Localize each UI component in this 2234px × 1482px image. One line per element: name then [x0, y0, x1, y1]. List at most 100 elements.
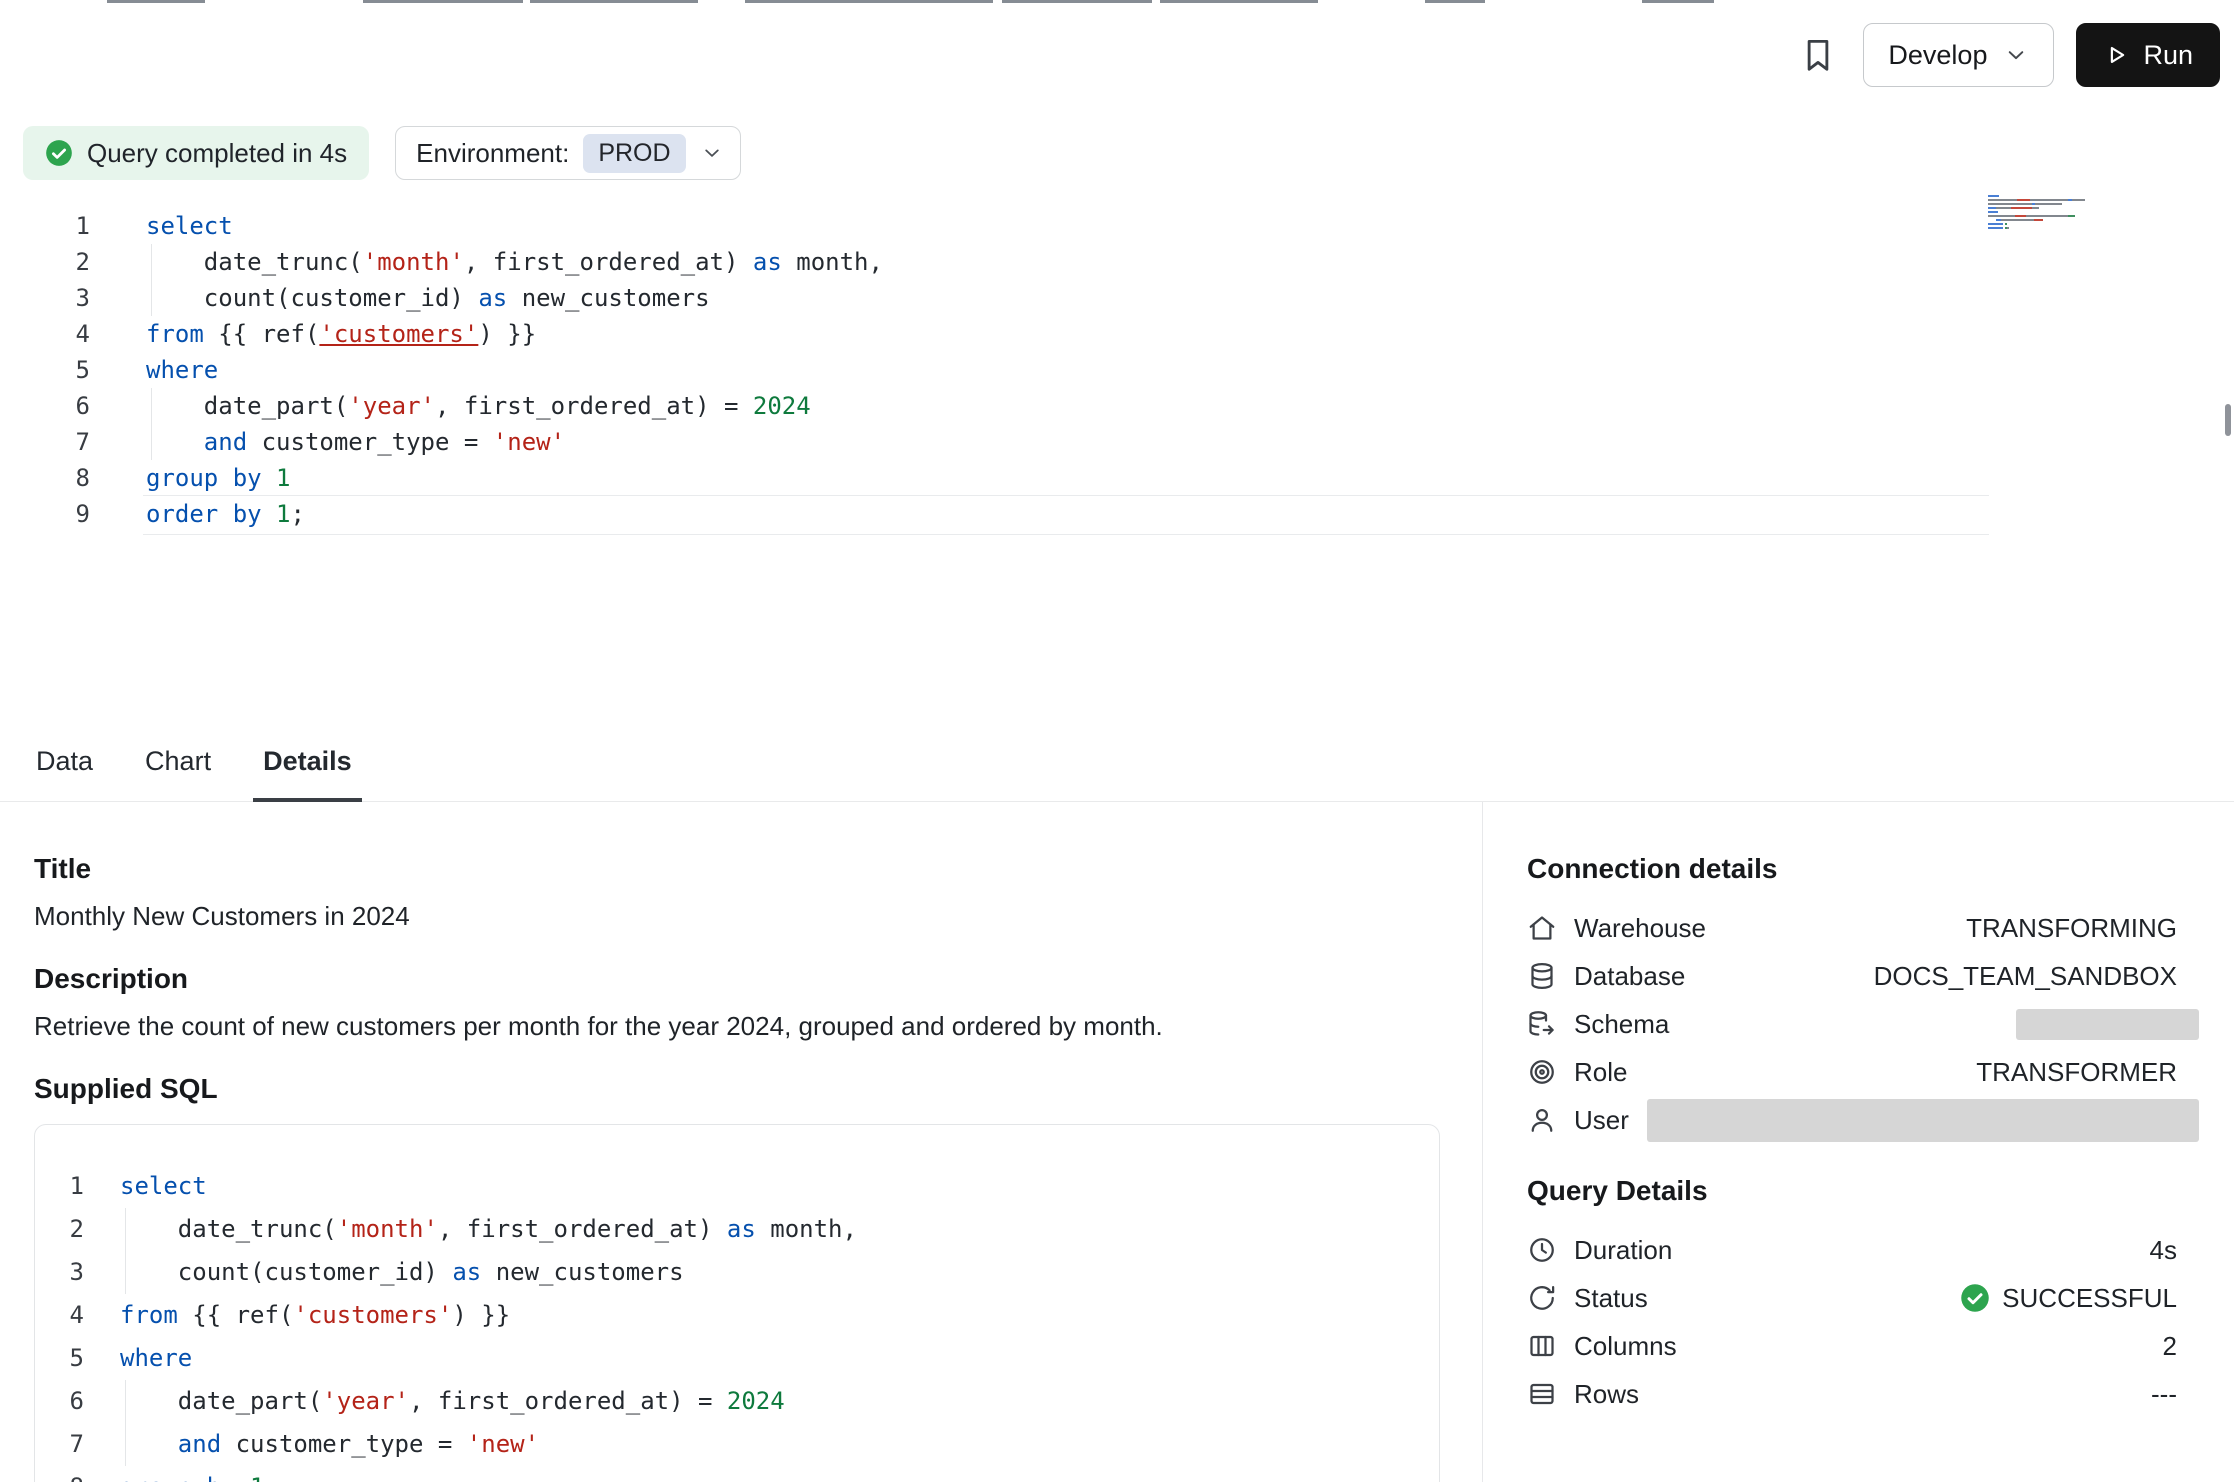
code-line-5: 5where: [0, 352, 2234, 388]
results-tab-bar: Data Chart Details: [0, 722, 2234, 802]
status-row: Query completed in 4s Environment: PROD: [23, 126, 2234, 180]
code-text: date_part('year', first_ordered_at) = 20…: [120, 1380, 785, 1423]
line-number: 7: [35, 1423, 84, 1466]
code-line-8: 8group by 1: [35, 1466, 1439, 1482]
connection-row-label-text: User: [1574, 1105, 1629, 1136]
scrollbar-thumb[interactable]: [2225, 404, 2231, 436]
role-icon: [1527, 1057, 1557, 1087]
code-text: and customer_type = 'new': [146, 424, 565, 460]
line-number: 2: [35, 1208, 84, 1251]
code-text: date_part('year', first_ordered_at) = 20…: [146, 388, 811, 424]
run-button-label: Run: [2143, 40, 2193, 71]
connection-row-label: Schema: [1527, 1009, 1669, 1040]
code-text: date_trunc('month', first_ordered_at) as…: [120, 1208, 857, 1251]
query-detail-row-label: Status: [1527, 1283, 1648, 1314]
connection-row-label: Role: [1527, 1057, 1627, 1088]
tab-chart[interactable]: Chart: [143, 746, 213, 801]
window-tab-mark: [1642, 0, 1714, 3]
details-sidebar: Connection details WarehouseTRANSFORMING…: [1482, 802, 2234, 1482]
code-line-9: 9order by 1;: [0, 496, 2234, 532]
code-line-4: 4 from {{ ref('customers') }}: [0, 316, 2234, 352]
query-details-rows: Duration4sStatusSUCCESSFULColumns2Rows--…: [1527, 1226, 2177, 1418]
code-text: from {{ ref('customers') }}: [120, 1294, 510, 1337]
query-status-badge: Query completed in 4s: [23, 126, 369, 180]
columns-icon: [1527, 1331, 1557, 1361]
connection-row-label: Database: [1527, 961, 1685, 992]
code-text: where: [120, 1337, 192, 1380]
window-tab-mark: [1002, 0, 1152, 3]
query-detail-row-label-text: Columns: [1574, 1331, 1677, 1362]
bookmark-icon: [1799, 36, 1837, 74]
title-heading: Title: [34, 852, 1440, 886]
line-number: 4: [0, 316, 90, 352]
details-content: Title Monthly New Customers in 2024 Desc…: [0, 802, 2234, 1482]
query-detail-row-label-text: Duration: [1574, 1235, 1672, 1266]
code-text: count(customer_id) as new_customers: [120, 1251, 684, 1294]
connection-details-rows: WarehouseTRANSFORMINGDatabaseDOCS_TEAM_S…: [1527, 904, 2177, 1144]
line-number: 2: [0, 244, 90, 280]
connection-row: User: [1527, 1096, 2177, 1144]
rows-icon: [1527, 1379, 1557, 1409]
connection-row-label-text: Schema: [1574, 1009, 1669, 1040]
description-value: Retrieve the count of new customers per …: [34, 1010, 1440, 1042]
code-text: order by 1;: [146, 496, 305, 532]
line-number: 7: [0, 424, 90, 460]
redacted-value: [1647, 1099, 2199, 1142]
connection-details-heading: Connection details: [1527, 852, 2177, 886]
code-line-3: 3 count(customer_id) as new_customers: [0, 280, 2234, 316]
connection-row-value: [2016, 1009, 2177, 1040]
connection-row: Schema: [1527, 1000, 2177, 1048]
line-number: 1: [35, 1165, 84, 1208]
code-text: group by 1: [146, 460, 291, 496]
line-number: 1: [0, 208, 90, 244]
user-icon: [1527, 1105, 1557, 1135]
line-number: 6: [0, 388, 90, 424]
connection-row-value: [1647, 1099, 2177, 1142]
editor-code-area[interactable]: 1 select 2 date_trunc('month', first_order…: [0, 208, 2234, 532]
editor-minimap[interactable]: [1988, 194, 2094, 230]
connection-row-label: User: [1527, 1105, 1629, 1136]
query-detail-row-label-text: Rows: [1574, 1379, 1639, 1410]
title-value: Monthly New Customers in 2024: [34, 900, 1440, 932]
duration-icon: [1527, 1235, 1557, 1265]
bookmark-button[interactable]: [1795, 32, 1841, 78]
supplied-sql-heading: Supplied SQL: [34, 1072, 1440, 1106]
connection-row-label-text: Role: [1574, 1057, 1627, 1088]
tab-details[interactable]: Details: [261, 746, 354, 801]
status-value-text: SUCCESSFUL: [2002, 1283, 2177, 1314]
code-line-1: 1 select: [0, 208, 2234, 244]
connection-row-value: TRANSFORMER: [1976, 1057, 2177, 1088]
connection-row-value: DOCS_TEAM_SANDBOX: [1874, 961, 2177, 992]
environment-value-badge: PROD: [583, 134, 685, 173]
tab-data[interactable]: Data: [34, 746, 95, 801]
connection-row-label-text: Warehouse: [1574, 913, 1706, 944]
query-detail-row: Rows---: [1527, 1370, 2177, 1418]
environment-select[interactable]: Environment: PROD: [395, 126, 740, 180]
run-button[interactable]: Run: [2076, 23, 2220, 87]
query-detail-row-label: Duration: [1527, 1235, 1672, 1266]
code-text: date_trunc('month', first_ordered_at) as…: [146, 244, 883, 280]
code-text: select: [146, 208, 233, 244]
chevron-down-icon: [2003, 42, 2029, 68]
query-details-heading: Query Details: [1527, 1174, 2177, 1208]
window-tab-mark: [1160, 0, 1318, 3]
window-tab-mark: [363, 0, 523, 3]
warehouse-icon: [1527, 913, 1557, 943]
line-number: 8: [0, 460, 90, 496]
line-number: 4: [35, 1294, 84, 1337]
line-number: 3: [0, 280, 90, 316]
line-number: 5: [0, 352, 90, 388]
details-main: Title Monthly New Customers in 2024 Desc…: [0, 802, 1482, 1482]
code-line-6: 6 date_part('year', first_ordered_at) = …: [0, 388, 2234, 424]
sql-editor[interactable]: 1 select 2 date_trunc('month', first_order…: [0, 180, 2234, 722]
redacted-value: [2016, 1009, 2199, 1040]
code-text: from {{ ref('customers') }}: [146, 316, 536, 352]
code-text: count(customer_id) as new_customers: [146, 280, 710, 316]
minimap-line: [1988, 226, 2094, 230]
query-detail-row-label: Rows: [1527, 1379, 1639, 1410]
window-tab-mark: [745, 0, 993, 3]
query-detail-row: Columns2: [1527, 1322, 2177, 1370]
code-text: and customer_type = 'new': [120, 1423, 539, 1466]
develop-button[interactable]: Develop: [1863, 23, 2054, 87]
connection-row: Database DOCS_TEAM_SANDBOX: [1527, 952, 2177, 1000]
